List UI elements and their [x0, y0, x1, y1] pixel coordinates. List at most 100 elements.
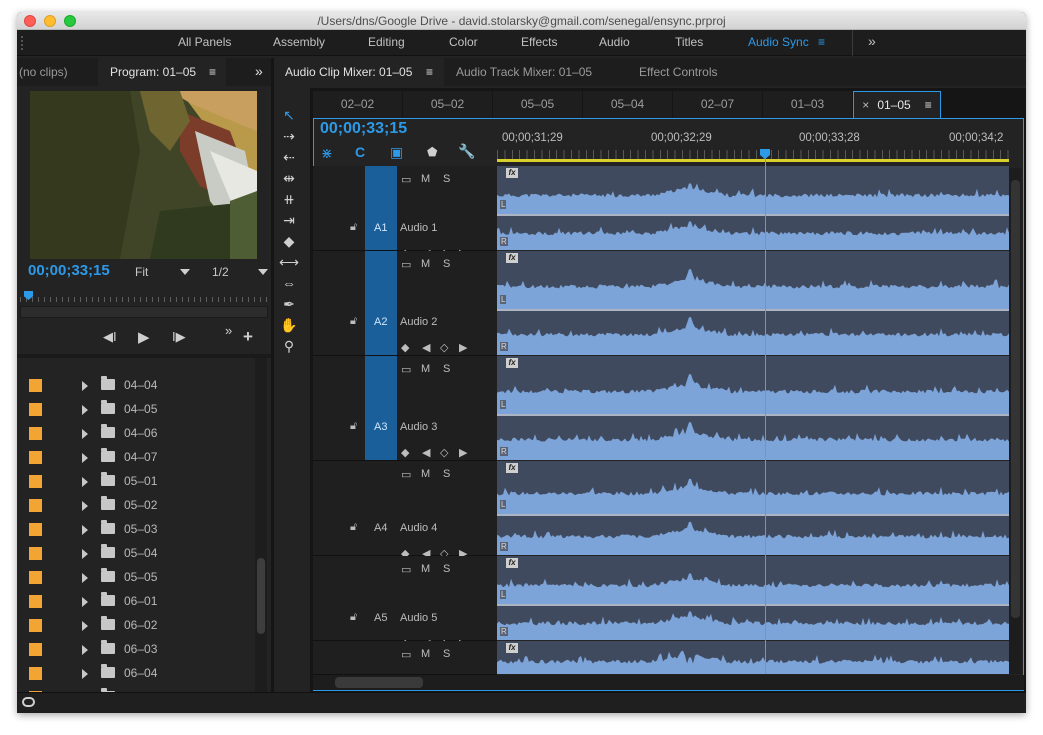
- audio-clip[interactable]: fx L R: [497, 166, 1009, 250]
- fit-dropdown[interactable]: Fit: [135, 265, 148, 279]
- audio-track-header[interactable]: ▭ M S 🔓︎ A4 Audio 4 ◆ ◀ ◇ ▶: [313, 461, 497, 560]
- expand-triangle-icon[interactable]: [82, 669, 88, 679]
- sequence-tab-menu-icon[interactable]: ≡: [925, 98, 932, 112]
- track-target-toggle[interactable]: [365, 461, 397, 555]
- expand-triangle-icon[interactable]: [82, 477, 88, 487]
- expand-triangle-icon[interactable]: [82, 429, 88, 439]
- workspace-assembly[interactable]: Assembly: [273, 35, 325, 49]
- slide-tool-icon[interactable]: ⇔: [279, 274, 299, 292]
- track-id-label[interactable]: A1: [374, 222, 387, 234]
- snap-icon[interactable]: ⋇: [321, 145, 333, 162]
- program-monitor-video[interactable]: [30, 91, 257, 259]
- panel-grip[interactable]: [21, 36, 24, 50]
- project-bin-row[interactable]: 05–02: [17, 494, 248, 518]
- program-time-ruler[interactable]: [20, 291, 268, 303]
- project-bin-row[interactable]: 04–07: [17, 446, 248, 470]
- tab-source-no-clips[interactable]: (no clips): [19, 65, 68, 79]
- audio-clip[interactable]: fx L R: [497, 461, 1009, 555]
- expand-triangle-icon[interactable]: [82, 645, 88, 655]
- timeline-ruler[interactable]: 00;00;31;29 00;00;32;29 00;00;33;28 00;0…: [497, 122, 1009, 164]
- audio-clip[interactable]: fx: [497, 641, 1009, 674]
- previous-keyframe-icon[interactable]: ◀: [422, 446, 430, 459]
- audio-track-header[interactable]: ▭ M S: [313, 641, 497, 675]
- solo-track-button[interactable]: S: [443, 648, 450, 660]
- play-button[interactable]: ▶: [138, 328, 150, 346]
- audio-track-header[interactable]: ▭MS🔓︎A5Audio 5◆◀◇▶: [313, 556, 497, 650]
- fx-badge-icon[interactable]: fx: [506, 558, 518, 568]
- timeline-timecode[interactable]: 00;00;33;15: [320, 120, 407, 138]
- toggle-sync-lock-icon[interactable]: ▭: [401, 563, 411, 576]
- project-bin-row[interactable]: 05–05: [17, 566, 248, 590]
- project-bin-row[interactable]: 05–01: [17, 470, 248, 494]
- add-marker-icon[interactable]: ⬟: [427, 145, 437, 159]
- track-select-tool-icon[interactable]: ⇢: [279, 127, 299, 145]
- project-bin-row[interactable]: 05–04: [17, 542, 248, 566]
- label-color-swatch[interactable]: [29, 643, 42, 656]
- toggle-sync-lock-icon[interactable]: ▭: [401, 363, 411, 376]
- keyframe-icon[interactable]: ◇: [440, 446, 448, 459]
- expand-triangle-icon[interactable]: [82, 525, 88, 535]
- project-scrollbar-thumb[interactable]: [257, 558, 265, 634]
- fx-badge-icon[interactable]: fx: [506, 463, 518, 473]
- timeline-settings-wrench-icon[interactable]: 🔧: [458, 143, 475, 160]
- program-panel-menu-icon[interactable]: ≡: [209, 65, 216, 79]
- project-bin-row[interactable]: 04–06: [17, 422, 248, 446]
- label-color-swatch[interactable]: [29, 547, 42, 560]
- track-id-label[interactable]: A3: [374, 421, 387, 433]
- insert-sequence-as-nest-icon[interactable]: ▣: [390, 144, 403, 161]
- workspace-editing[interactable]: Editing: [368, 35, 405, 49]
- keyframe-icon[interactable]: ◇: [440, 341, 448, 354]
- mute-track-button[interactable]: M: [421, 563, 430, 575]
- track-target-toggle[interactable]: [365, 166, 397, 250]
- mute-track-button[interactable]: M: [421, 363, 430, 375]
- label-color-swatch[interactable]: [29, 523, 42, 536]
- audio-clip[interactable]: fx L R: [497, 251, 1009, 355]
- audio-track-header[interactable]: ▭ M S 🔓︎ A3 Audio 3 ◆ ◀ ◇ ▶: [313, 356, 497, 461]
- sequence-tab[interactable]: 01–03: [763, 91, 853, 118]
- project-bin-row[interactable]: 06–04: [17, 662, 248, 686]
- sequence-tab[interactable]: 05–04: [583, 91, 673, 118]
- workspace-titles[interactable]: Titles: [675, 35, 703, 49]
- toggle-sync-lock-icon[interactable]: ▭: [401, 173, 411, 186]
- linked-selection-icon[interactable]: C: [355, 144, 365, 160]
- add-keyframe-icon[interactable]: ◆: [401, 446, 409, 459]
- resolution-dropdown[interactable]: 1/2: [212, 265, 229, 279]
- expand-triangle-icon[interactable]: [82, 405, 88, 415]
- toggle-sync-lock-icon[interactable]: ▭: [401, 258, 411, 271]
- sequence-tab[interactable]: 05–02: [403, 91, 493, 118]
- sequence-tab[interactable]: 02–02: [313, 91, 403, 118]
- clip-mixer-menu-icon[interactable]: ≡: [426, 65, 433, 79]
- expand-triangle-icon[interactable]: [82, 573, 88, 583]
- close-tab-icon[interactable]: ×: [862, 98, 869, 112]
- transport-overflow-icon[interactable]: »: [225, 323, 232, 338]
- workspace-color[interactable]: Color: [449, 35, 478, 49]
- tab-audio-track-mixer[interactable]: Audio Track Mixer: 01–05: [456, 65, 592, 79]
- timeline-horizontal-scrollbar-thumb[interactable]: [335, 677, 423, 688]
- previous-keyframe-icon[interactable]: ◀: [422, 341, 430, 354]
- label-color-swatch[interactable]: [29, 475, 42, 488]
- rolling-edit-tool-icon[interactable]: ⧺: [279, 190, 299, 208]
- creative-cloud-icon[interactable]: [22, 697, 35, 707]
- add-keyframe-icon[interactable]: ◆: [401, 341, 409, 354]
- sequence-tab[interactable]: 05–05: [493, 91, 583, 118]
- toggle-sync-lock-icon[interactable]: ▭: [401, 648, 411, 661]
- fx-badge-icon[interactable]: fx: [506, 168, 518, 178]
- track-target-toggle[interactable]: [365, 356, 397, 460]
- ripple-edit-tool-icon[interactable]: ⇹: [279, 169, 299, 187]
- step-forward-button[interactable]: I▶: [172, 329, 186, 345]
- selection-tool-icon[interactable]: ↖: [279, 106, 299, 124]
- rate-stretch-tool-icon[interactable]: ⇥: [279, 211, 299, 229]
- step-back-button[interactable]: ◀I: [103, 329, 117, 345]
- workspace-audio[interactable]: Audio: [599, 35, 630, 49]
- lock-track-icon[interactable]: 🔓︎: [350, 315, 357, 328]
- audio-track-header[interactable]: ▭MS🔓︎A1Audio 1◆◀◇▶: [313, 166, 497, 260]
- fit-dropdown-chevron-icon[interactable]: [180, 269, 190, 275]
- fx-badge-icon[interactable]: fx: [506, 643, 518, 653]
- sequence-tab[interactable]: × 01–05 ≡: [853, 91, 941, 118]
- tab-audio-clip-mixer[interactable]: Audio Clip Mixer: 01–05: [285, 65, 412, 79]
- audio-track-header[interactable]: ▭ M S 🔓︎ A2 Audio 2 ◆ ◀ ◇ ▶: [313, 251, 497, 356]
- tab-program[interactable]: Program: 01–05: [110, 65, 196, 79]
- workspace-menu-icon[interactable]: ≡: [818, 35, 825, 49]
- audio-clip[interactable]: fx L R: [497, 556, 1009, 640]
- lock-track-icon[interactable]: 🔓︎: [350, 221, 357, 234]
